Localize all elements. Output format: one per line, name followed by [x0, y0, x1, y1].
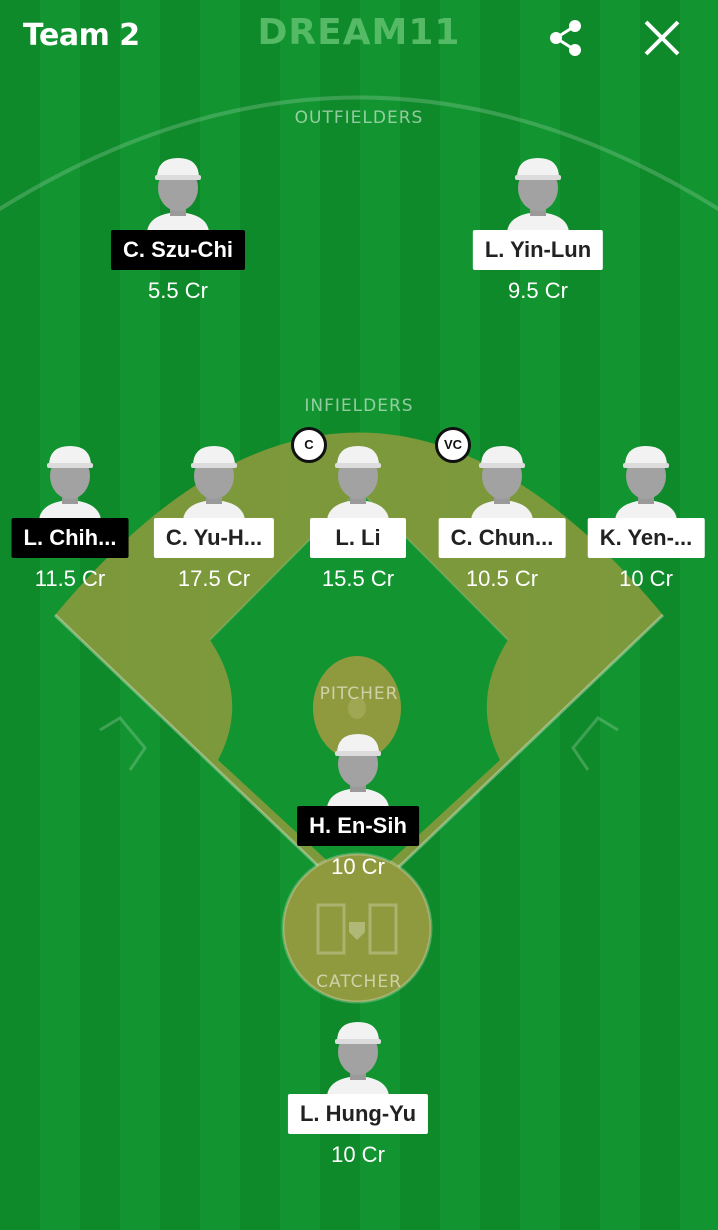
close-icon: [644, 20, 680, 56]
player-credits: 17.5 Cr: [177, 566, 251, 591]
player-name: L. Li: [310, 518, 406, 558]
close-button[interactable]: [640, 16, 684, 60]
infielders-label: INFIELDERS: [304, 396, 414, 416]
player-credits: 5.5 Cr: [148, 278, 208, 303]
player-avatar-icon: [179, 444, 249, 520]
player-card-infielders[interactable]: L. Chih... 11.5 Cr: [0, 444, 142, 604]
player-card-pitcher[interactable]: H. En-Sih 10 Cr: [286, 732, 430, 892]
player-avatar-icon: [35, 444, 105, 520]
player-card-catcher[interactable]: L. Hung-Yu 10 Cr: [286, 1020, 430, 1180]
dream11-logo: DREAM11: [257, 12, 461, 53]
player-avatar-icon: [323, 444, 393, 520]
player-name: C. Szu-Chi: [111, 230, 245, 270]
player-name: L. Yin-Lun: [472, 230, 604, 270]
share-icon: [550, 20, 581, 56]
player-avatar-icon: [143, 156, 213, 232]
catcher-label: CATCHER: [316, 972, 402, 992]
player-name: L. Hung-Yu: [287, 1094, 429, 1134]
player-avatar-icon: [503, 156, 573, 232]
outfielders-label: OUTFIELDERS: [294, 108, 424, 128]
player-name: C. Chun...: [438, 518, 566, 558]
player-name: L. Chih...: [11, 518, 129, 558]
player-name: K. Yen-...: [587, 518, 705, 558]
player-avatar-icon: [611, 444, 681, 520]
baseball-field: Team 2 DREAM11 OUTFIELDERS INFIELDERS PI…: [0, 0, 718, 1230]
player-card-infielders[interactable]: C. Yu-H... 17.5 Cr: [142, 444, 286, 604]
player-avatar-icon: [323, 1020, 393, 1096]
share-button[interactable]: [546, 18, 586, 58]
player-card-infielders[interactable]: K. Yen-... 10 Cr: [574, 444, 718, 604]
player-credits: 10 Cr: [331, 1142, 385, 1167]
player-credits: 15.5 Cr: [321, 566, 395, 591]
player-name: H. En-Sih: [297, 806, 419, 846]
player-credits: 10 Cr: [619, 566, 673, 591]
player-card-infielders[interactable]: C. Chun... 10.5 Cr: [430, 444, 574, 604]
player-avatar-icon: [323, 732, 393, 808]
player-credits: 9.5 Cr: [508, 278, 568, 303]
player-card-outfielders[interactable]: C. Szu-Chi 5.5 Cr: [106, 156, 250, 316]
player-credits: 10.5 Cr: [465, 566, 539, 591]
player-card-infielders[interactable]: L. Li 15.5 Cr: [286, 444, 430, 604]
player-card-outfielders[interactable]: L. Yin-Lun 9.5 Cr: [466, 156, 610, 316]
pitcher-label: PITCHER: [319, 684, 399, 704]
player-name: C. Yu-H...: [153, 518, 275, 558]
player-credits: 11.5 Cr: [34, 566, 106, 591]
player-avatar-icon: [467, 444, 537, 520]
player-credits: 10 Cr: [331, 854, 385, 879]
